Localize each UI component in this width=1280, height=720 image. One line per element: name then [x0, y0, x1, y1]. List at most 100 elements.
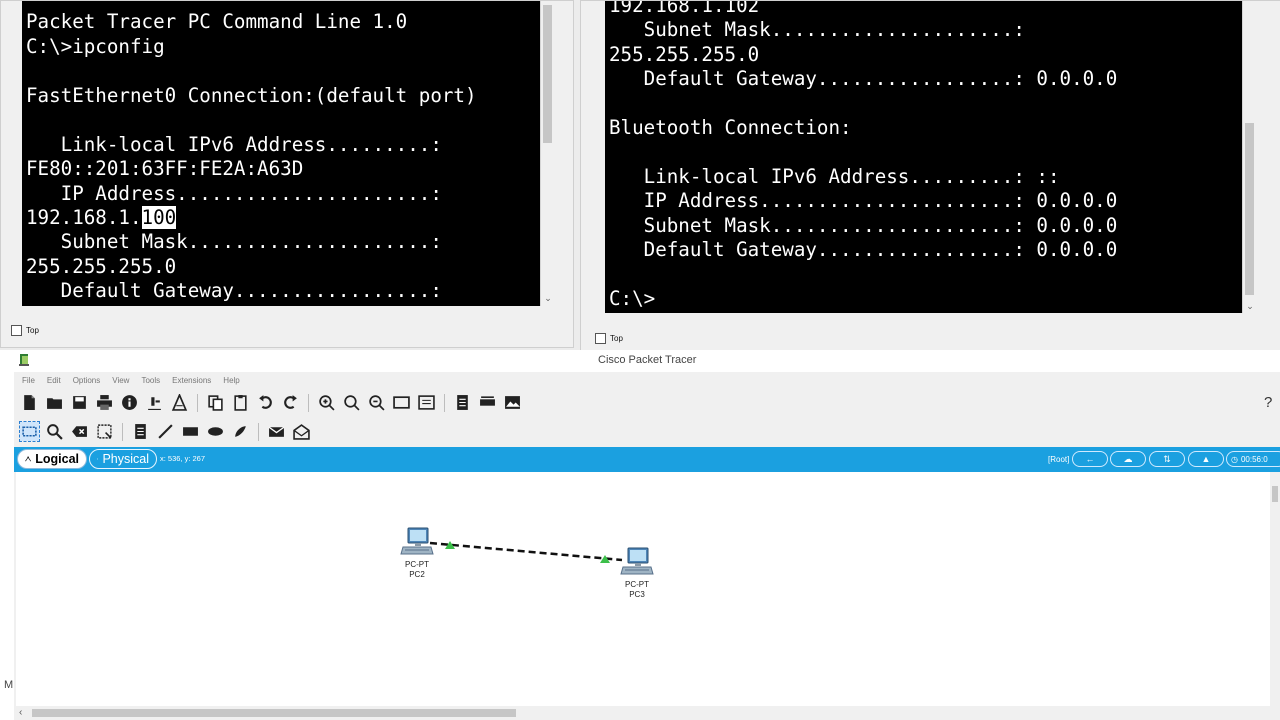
terminal-scrollbar[interactable]: ⌄ — [1242, 1, 1257, 313]
window-titlebar[interactable]: Cisco Packet Tracer — [0, 350, 1280, 372]
place-note-icon[interactable] — [131, 422, 150, 441]
image-icon[interactable] — [503, 393, 522, 412]
terminal-line: Subnet Mask.....................: — [26, 230, 442, 253]
router-view-icon[interactable] — [478, 393, 497, 412]
tab-physical[interactable]: Physical — [89, 449, 157, 469]
device-pc2[interactable]: PC-PT PC2 — [392, 526, 442, 580]
checkbox-box[interactable] — [595, 333, 606, 344]
delete-icon[interactable] — [70, 422, 89, 441]
checkbox-box[interactable] — [11, 325, 22, 336]
terminal-line: 192.168.1.102 — [609, 1, 760, 17]
pc-icon — [620, 547, 654, 575]
draw-rectangle-icon[interactable] — [181, 422, 200, 441]
terminal-line: Packet Tracer PC Command Line 1.0 — [26, 10, 408, 33]
logical-workspace-canvas[interactable]: PC-PT PC2 PC-PT PC3 — [16, 472, 1270, 706]
help-button[interactable]: ? — [1264, 394, 1272, 411]
open-folder-icon[interactable] — [45, 393, 64, 412]
move-icon: ⇅ — [1163, 453, 1171, 464]
logical-topology-icon — [25, 456, 32, 462]
menu-file[interactable]: File — [22, 376, 35, 385]
save-icon[interactable] — [70, 393, 89, 412]
menu-bar: File Edit Options View Tools Extensions … — [22, 376, 240, 385]
navigation-button[interactable]: ← — [1072, 451, 1108, 467]
terminal-scrollbar[interactable]: ⌄ — [540, 1, 555, 306]
terminal-line: 255.255.255.0 — [609, 43, 760, 66]
scrollbar-thumb[interactable] — [543, 5, 552, 143]
workspace-horizontal-scrollbar[interactable]: ‹ — [16, 706, 1280, 720]
menu-tools[interactable]: Tools — [141, 376, 160, 385]
notes-icon[interactable] — [453, 393, 472, 412]
ip-selected-text[interactable]: 100 — [141, 206, 177, 229]
scrollbar-thumb[interactable] — [32, 709, 516, 717]
menu-help[interactable]: Help — [223, 376, 239, 385]
terminal-line: FE80::201:63FF:FE2A:A63D — [26, 157, 304, 180]
freeform-icon[interactable] — [231, 422, 250, 441]
draw-ellipse-icon[interactable] — [206, 422, 225, 441]
terminal-line: IP Address......................: — [26, 182, 442, 205]
undo-icon[interactable] — [256, 393, 275, 412]
new-file-icon[interactable] — [20, 393, 39, 412]
resize-shape-icon[interactable] — [95, 422, 114, 441]
device-name-label: PC2 — [409, 570, 425, 579]
pc3-terminal-output[interactable]: 192.168.1.102 Subnet Mask...............… — [605, 1, 1242, 313]
zoom-reset-icon[interactable] — [342, 393, 361, 412]
menu-options[interactable]: Options — [73, 376, 101, 385]
pc-icon — [400, 527, 434, 555]
scrollbar-thumb[interactable] — [1245, 123, 1254, 295]
workspace-mode-bar: Logical Physical x: 536, y: 267 [Root] ←… — [14, 447, 1280, 472]
copy-icon[interactable] — [206, 393, 225, 412]
network-info-icon[interactable] — [145, 393, 164, 412]
paste-icon[interactable] — [231, 393, 250, 412]
scrollbar-thumb[interactable] — [1272, 486, 1278, 502]
terminal-line: Default Gateway.................: 0.0.0.… — [609, 67, 1118, 90]
toolbar-separator — [197, 393, 198, 412]
tab-logical[interactable]: Logical — [17, 449, 87, 469]
scroll-down-arrow-icon[interactable]: ⌄ — [1244, 301, 1256, 311]
info-icon[interactable] — [120, 393, 139, 412]
terminal-line: Subnet Mask.....................: — [609, 18, 1025, 41]
left-edge-strip: M — [0, 372, 14, 720]
terminal-line: Default Gateway.................: — [26, 279, 442, 302]
viewport-clock[interactable]: ◷ 00:56:0 — [1226, 451, 1280, 467]
root-breadcrumb[interactable]: [Root] — [1048, 455, 1069, 464]
custom-devices-icon[interactable] — [417, 393, 436, 412]
device-pc3[interactable]: PC-PT PC3 — [612, 546, 662, 600]
scroll-left-arrow-icon[interactable]: ‹ — [19, 707, 22, 718]
inspect-icon[interactable] — [45, 422, 64, 441]
terminal-line: Subnet Mask.....................: 0.0.0.… — [609, 214, 1118, 237]
terminal-line: Default Gateway.................: 0.0.0.… — [609, 238, 1118, 261]
terminal-line: FastEthernet0 Connection:(default port) — [26, 84, 477, 107]
draw-line-icon[interactable] — [156, 422, 175, 441]
back-arrow-icon: ← — [1085, 454, 1095, 464]
add-complex-pdu-icon[interactable] — [292, 422, 311, 441]
pc2-terminal-output[interactable]: Packet Tracer PC Command Line 1.0 C:\>ip… — [22, 1, 540, 306]
drawing-palette-icon[interactable] — [392, 393, 411, 412]
toolbar-separator — [258, 422, 259, 441]
menu-view[interactable]: View — [112, 376, 129, 385]
select-tool-icon[interactable] — [19, 421, 40, 442]
zoom-in-icon[interactable] — [317, 393, 336, 412]
zoom-out-icon[interactable] — [367, 393, 386, 412]
cluster-cloud-icon: ☁ — [1123, 453, 1133, 464]
left-edge-glyph: M — [4, 679, 14, 691]
redo-icon[interactable] — [281, 393, 300, 412]
print-icon[interactable] — [95, 393, 114, 412]
scroll-down-arrow-icon[interactable]: ⌄ — [542, 293, 554, 303]
top-checkbox[interactable]: Top — [11, 325, 39, 336]
top-checkbox[interactable]: Top — [595, 333, 623, 344]
activity-wizard-icon[interactable] — [170, 393, 189, 412]
menu-extensions[interactable]: Extensions — [172, 376, 211, 385]
new-cluster-button[interactable]: ☁ — [1110, 451, 1146, 467]
background-image-icon: ▲ — [1201, 454, 1211, 464]
terminal-prompt[interactable]: C:\> — [609, 287, 655, 311]
pc2-pc3-crossover-link[interactable] — [429, 541, 623, 562]
menu-edit[interactable]: Edit — [47, 376, 61, 385]
top-checkbox-label: Top — [26, 326, 39, 335]
move-object-button[interactable]: ⇅ — [1149, 451, 1185, 467]
add-simple-pdu-icon[interactable] — [267, 422, 286, 441]
set-background-button[interactable]: ▲ — [1188, 451, 1224, 467]
clock-icon: ◷ — [1231, 454, 1238, 464]
terminal-line: Bluetooth Connection: — [609, 116, 852, 139]
workspace-vertical-scrollbar[interactable] — [1270, 472, 1280, 706]
toolbar-separator — [122, 422, 123, 441]
